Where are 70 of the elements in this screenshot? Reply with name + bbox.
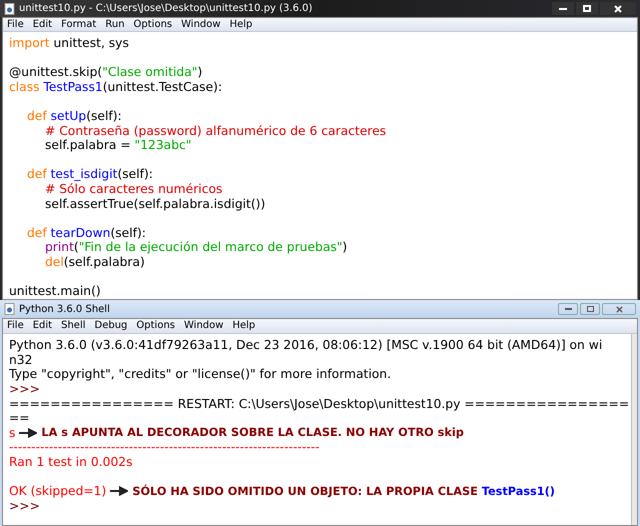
python-shell-icon: [4, 303, 15, 315]
restore-icon[interactable]: [580, 303, 600, 315]
code-text: (self):: [117, 168, 153, 181]
code-text: "123abc": [134, 139, 192, 152]
code-text: ): [197, 66, 202, 79]
menu-item[interactable]: Help: [230, 20, 252, 30]
code-text: self.assertTrue(self.palabra.isdigit()): [45, 198, 266, 210]
menu-item[interactable]: Edit: [32, 321, 52, 331]
code-text: self.palabra =: [45, 139, 132, 152]
code-text: "Clase omitida": [102, 66, 198, 79]
maximize-icon[interactable]: [576, 2, 598, 15]
menu-item[interactable]: Window: [181, 20, 221, 30]
code-text: Ran 1 test in 0.002s: [9, 456, 132, 468]
python-file-icon: [4, 2, 15, 14]
close-icon[interactable]: [602, 303, 636, 315]
code-text: unittest, sys: [54, 37, 129, 50]
code-text: ==: [9, 412, 30, 424]
code-text: unittest.main(): [9, 285, 101, 298]
menu-item[interactable]: Format: [61, 20, 96, 30]
code-text: Type "copyright", "credits" or "license()" for more information.: [9, 368, 392, 381]
window-title: Python 3.6.0 Shell: [19, 302, 110, 316]
code-text: n32: [9, 354, 32, 366]
code-text: s: [9, 426, 16, 439]
code-text: (unittest.TestCase):: [102, 80, 222, 94]
code-text: ----------------------------------------------------------------------: [9, 441, 320, 454]
arrow-icon: [110, 486, 128, 496]
code-text: TestPass1: [43, 80, 103, 94]
code-text: tearDown: [50, 226, 110, 240]
menu-item[interactable]: File: [7, 321, 24, 331]
scrollbar[interactable]: [631, 334, 637, 525]
code-text: import: [9, 37, 51, 50]
menu-item[interactable]: Run: [105, 20, 125, 30]
code-text: # Contraseña (password) alfanumérico de 6 caracteres: [45, 124, 386, 137]
code-text: >>>: [9, 382, 40, 396]
code-text: (self):: [86, 110, 122, 122]
code-text: ): [342, 241, 348, 254]
code-text: def: [27, 168, 48, 181]
window-title: unittest10.py - C:\Users\Jose\Desktop\unittest10.py (3.6.0): [19, 2, 312, 16]
code-text: OK (skipped=1): [9, 485, 106, 498]
annotation-text: TestPass1(): [482, 486, 555, 497]
code-text: (self):: [110, 226, 146, 240]
close-icon[interactable]: [600, 2, 636, 15]
arrow-icon: [19, 428, 38, 438]
annotation-text: LA s APUNTA AL DECORADOR SOBRE LA CLASE. NO HAY OTRO skip: [41, 427, 464, 438]
code-text: Python 3.6.0 (v3.6.0:41df79263a11, Dec 23 2016, 08:06:12) [MSC v.1900 64 bit (AMD64)] on wi: [9, 339, 602, 352]
code-text: >>>: [9, 500, 40, 512]
code-text: # Sólo caracteres numéricos: [45, 183, 222, 196]
menu-item[interactable]: Options: [136, 321, 175, 331]
code-text: print: [45, 241, 74, 254]
menu-item[interactable]: Window: [184, 321, 224, 331]
code-text: del: [45, 256, 64, 268]
code-text: (self.palabra): [64, 256, 145, 268]
code-text: ================ RESTART: C:\Users\Jose\Desktop\unittest10.py ================: [9, 398, 630, 410]
minimize-icon[interactable]: [552, 2, 574, 15]
code-text: def: [27, 110, 48, 122]
annotation-text: SÓLO HA SIDO OMITIDO UN OBJETO: LA PROPIA CLASE: [132, 486, 479, 497]
code-text: (: [74, 241, 79, 254]
code-text: "Fin de la ejecución del marco de pruebas": [78, 241, 342, 254]
menu-item[interactable]: File: [7, 20, 24, 30]
code-text: setUp: [50, 110, 86, 122]
menu-item[interactable]: Options: [134, 20, 172, 30]
code-text: @unittest.skip(: [9, 66, 102, 79]
minimize-icon[interactable]: [558, 303, 578, 315]
menu-item[interactable]: Edit: [32, 20, 52, 30]
menu-item[interactable]: Debug: [94, 321, 128, 331]
code-text: test_isdigit: [50, 168, 118, 181]
menu-item[interactable]: Shell: [61, 321, 86, 331]
code-text: class: [9, 80, 41, 94]
menu-item[interactable]: Help: [232, 321, 256, 331]
code-text: def: [27, 226, 48, 240]
